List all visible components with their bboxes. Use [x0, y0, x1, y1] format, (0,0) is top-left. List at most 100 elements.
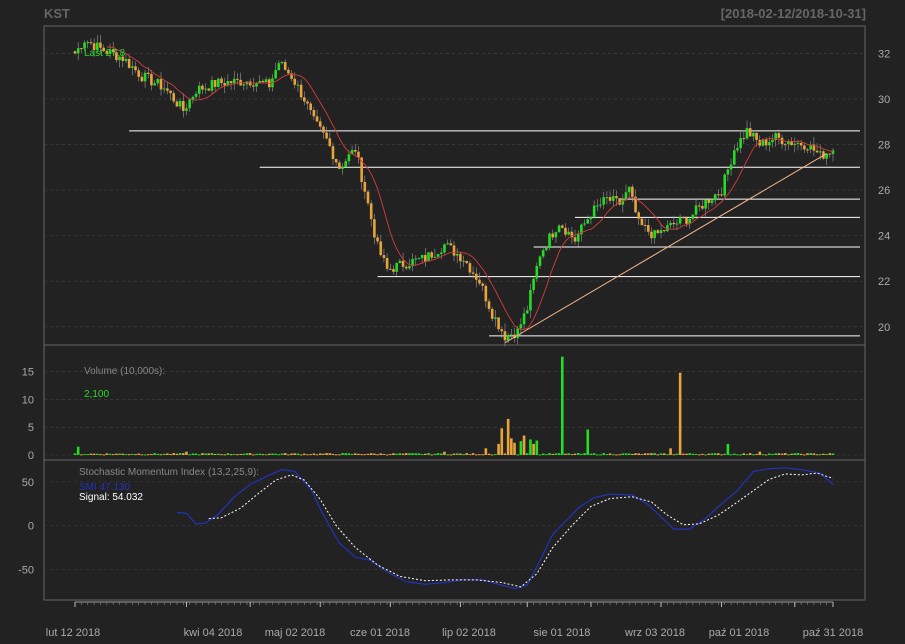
candle-up	[678, 217, 682, 224]
candle-down	[175, 101, 179, 107]
candle-up	[567, 231, 570, 235]
volume-bar	[299, 454, 303, 456]
candle-down	[560, 225, 564, 228]
x-tick-label: lip 02 2018	[442, 627, 496, 639]
volume-bar	[274, 453, 277, 455]
volume-bar	[446, 454, 449, 456]
candle-down	[80, 48, 83, 50]
volume-bar	[318, 453, 322, 455]
volume-bar	[771, 454, 774, 456]
candle-down	[357, 151, 360, 158]
volume-bar	[487, 453, 491, 455]
volume-bar	[564, 453, 567, 455]
volume-y-tick: 10	[22, 394, 34, 406]
signal-legend-name: Signal	[79, 492, 107, 503]
candle-down	[73, 51, 77, 54]
candle-up	[296, 84, 300, 86]
candle-down	[181, 100, 185, 111]
volume-y-tick-labels: 0 5 10 15	[22, 367, 34, 462]
volume-bar	[213, 453, 217, 455]
volume-bar	[596, 454, 599, 456]
candle-down	[389, 268, 392, 270]
candle-down	[608, 197, 612, 201]
candle-down	[334, 159, 338, 163]
volume-bar	[774, 453, 777, 455]
candle-up	[185, 108, 188, 111]
candle-up	[131, 66, 134, 68]
indicator-y-tick: 0	[28, 521, 34, 533]
volume-bar	[392, 453, 395, 455]
volume-bar	[166, 453, 169, 455]
candle-up	[86, 42, 90, 44]
volume-legend: Volume (10,000s):	[84, 366, 165, 377]
candle-down	[207, 88, 211, 91]
volume-bar	[694, 453, 698, 455]
volume-bar	[799, 453, 803, 455]
candle-up	[621, 199, 625, 205]
candle-down	[637, 212, 641, 219]
volume-bar	[417, 453, 421, 455]
volume-bar	[468, 454, 472, 456]
volume-bar	[277, 454, 281, 456]
candle-down	[220, 78, 223, 84]
candle-down	[169, 90, 172, 94]
volume-bar	[790, 453, 793, 455]
volume-bar	[666, 454, 669, 456]
volume-bar	[525, 453, 529, 455]
volume-bar	[443, 451, 446, 455]
volume-bar	[580, 453, 583, 455]
candle-up	[494, 317, 497, 319]
candle-down	[366, 191, 370, 204]
candle-down	[618, 198, 621, 205]
volume-bar	[366, 453, 370, 455]
volume-bar	[532, 443, 535, 455]
candle-up	[736, 148, 739, 151]
candle-down	[662, 230, 666, 232]
candle-down	[815, 150, 819, 153]
volume-bar	[283, 453, 287, 455]
volume-bar	[459, 453, 462, 455]
volume-bar	[729, 454, 733, 456]
volume-bar	[86, 454, 90, 456]
volume-bar	[452, 453, 456, 455]
candle-up	[274, 70, 277, 79]
candle-up	[691, 214, 695, 219]
candle-up	[525, 310, 529, 314]
x-tick-label: paź 01 2018	[709, 627, 770, 639]
candle-down	[828, 153, 832, 155]
volume-bar	[92, 453, 96, 455]
candle-up	[197, 85, 201, 94]
candle-up	[188, 99, 191, 109]
volume-bar	[656, 454, 660, 456]
volume-bar	[242, 453, 246, 455]
indicator-panel-frame	[43, 459, 866, 601]
volume-y-tick: 15	[22, 367, 34, 379]
candle-down	[720, 194, 723, 196]
candle-up	[611, 196, 615, 201]
candle-down	[449, 243, 453, 246]
candle-down	[471, 272, 475, 274]
volume-bar	[252, 454, 255, 456]
candle-up	[605, 197, 609, 199]
candle-up	[723, 174, 727, 196]
volume-bar	[535, 440, 539, 455]
candle-up	[771, 139, 774, 143]
volume-bar	[124, 454, 128, 456]
volume-bar	[408, 453, 411, 455]
candle-down	[656, 230, 660, 234]
volume-bar	[742, 453, 746, 455]
volume-bar	[115, 453, 118, 455]
signal-line	[208, 472, 834, 588]
volume-bar	[258, 453, 262, 455]
candle-up	[462, 260, 465, 262]
candle-down	[459, 253, 462, 262]
volume-bar	[140, 454, 144, 456]
volume-bar	[95, 453, 99, 455]
candle-up	[153, 83, 156, 86]
candle-down	[465, 260, 469, 264]
candle-up	[793, 143, 797, 146]
x-tick-label: maj 02 2018	[265, 627, 326, 639]
volume-bar	[812, 453, 816, 455]
signal-legend-value: 54.032	[112, 492, 143, 503]
volume-bar	[650, 453, 653, 455]
